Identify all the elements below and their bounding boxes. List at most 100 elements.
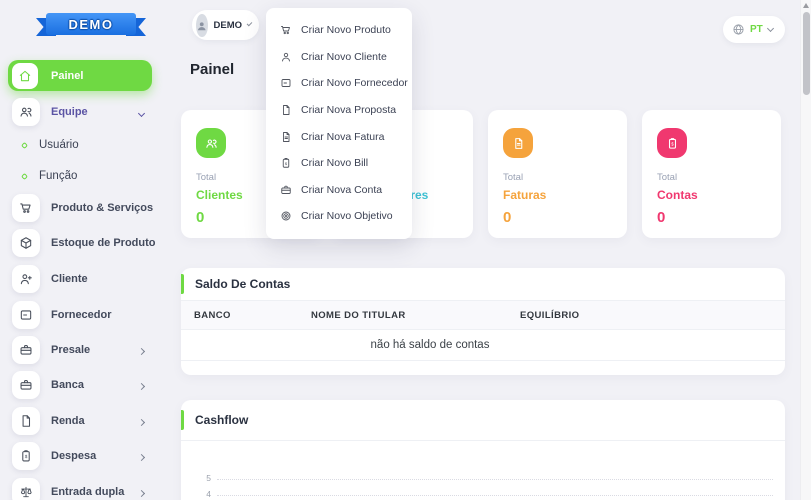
sidebar-item-renda[interactable]: Renda <box>8 407 158 435</box>
scrollbar[interactable] <box>800 0 811 500</box>
column-header-banco: BANCO <box>194 310 231 321</box>
stat-card-contas: $ Total Contas 0 <box>642 110 781 238</box>
sidebar-item-fornecedor[interactable]: Fornecedor <box>8 301 158 329</box>
stat-value: 0 <box>503 209 612 226</box>
users-icon <box>12 98 40 126</box>
file-text-icon <box>503 128 533 158</box>
cashflow-panel: Cashflow 5 4 <box>181 400 785 500</box>
menu-item-label: Criar Novo Bill <box>301 157 368 169</box>
sidebar-item-label: Banca <box>51 379 84 391</box>
sidebar-item-label: Equipe <box>51 106 88 118</box>
file-text-icon <box>280 131 292 143</box>
menu-item-criar-novo-objetivo[interactable]: Criar Novo Objetivo <box>266 203 412 230</box>
menu-item-criar-novo-bill[interactable]: $ Criar Novo Bill <box>266 150 412 177</box>
sidebar-item-label: Fornecedor <box>51 309 112 321</box>
page-title: Painel <box>190 61 234 78</box>
chevron-right-icon <box>139 447 144 465</box>
menu-item-criar-novo-produto[interactable]: Criar Novo Produto <box>266 17 412 44</box>
sidebar-item-label: Presale <box>51 344 90 356</box>
sidebar-item-presale[interactable]: Presale <box>8 336 158 364</box>
sidebar-item-banca[interactable]: Banca <box>8 371 158 399</box>
cart-icon <box>12 194 40 222</box>
menu-item-criar-nova-proposta[interactable]: Criar Nova Proposta <box>266 97 412 124</box>
note-icon <box>280 77 292 89</box>
scrollbar-thumb[interactable] <box>803 12 810 95</box>
menu-item-criar-novo-cliente[interactable]: Criar Novo Cliente <box>266 44 412 71</box>
home-icon <box>12 63 38 89</box>
briefcase-icon <box>12 336 40 364</box>
sidebar: DEMO Painel Equipe Usuário Função <box>0 0 165 500</box>
briefcase-icon <box>12 371 40 399</box>
user-menu-button[interactable]: DEMO <box>192 10 259 40</box>
balance-table-empty-row: não há saldo de contas <box>181 330 785 361</box>
svg-text:$: $ <box>25 454 28 459</box>
sidebar-item-despesa[interactable]: $ Despesa <box>8 442 158 470</box>
menu-item-label: Criar Novo Fornecedor <box>301 77 408 89</box>
app-logo[interactable]: DEMO <box>36 12 146 38</box>
globe-icon <box>732 23 745 36</box>
stat-label: Faturas <box>503 188 612 202</box>
menu-item-label: Criar Nova Conta <box>301 184 382 196</box>
sidebar-item-estoque[interactable]: Estoque de Produto <box>8 229 158 257</box>
note-icon <box>12 301 40 329</box>
menu-item-criar-nova-conta[interactable]: Criar Nova Conta <box>266 177 412 204</box>
sidebar-item-funcao[interactable]: Função <box>22 164 152 188</box>
clipboard-dollar-icon: $ <box>657 128 687 158</box>
stat-prefix: Total <box>657 172 766 183</box>
language-selector[interactable]: PT <box>723 16 785 43</box>
stat-label: Contas <box>657 188 766 202</box>
column-header-equilibrio: EQUILÍBRIO <box>520 310 579 321</box>
avatar <box>196 14 208 37</box>
sidebar-item-produto-servicos[interactable]: Produto & Serviços <box>8 194 158 222</box>
y-axis-tick: 4 <box>189 489 211 499</box>
menu-item-label: Criar Nova Fatura <box>301 131 384 143</box>
balance-table-header: BANCO NOME DO TITULAR EQUILÍBRIO <box>181 300 785 330</box>
file-icon <box>12 407 40 435</box>
sidebar-item-label: Estoque de Produto <box>51 237 156 249</box>
user-plus-icon <box>12 265 40 293</box>
stat-card-faturas: Total Faturas 0 <box>488 110 627 238</box>
chevron-right-icon <box>139 341 144 359</box>
sidebar-item-usuario[interactable]: Usuário <box>22 133 152 157</box>
cashflow-panel-header: Cashflow <box>181 400 785 440</box>
chevron-down-icon <box>247 21 253 27</box>
balance-panel-header: Saldo De Contas <box>181 268 785 300</box>
scroll-up-arrow-icon[interactable] <box>803 3 809 8</box>
stat-prefix: Total <box>503 172 612 183</box>
chevron-right-icon <box>139 483 144 500</box>
scale-icon <box>12 478 40 500</box>
y-axis-tick: 5 <box>189 473 211 483</box>
target-icon <box>280 210 292 222</box>
column-header-titular: NOME DO TITULAR <box>311 310 406 321</box>
sidebar-item-cliente[interactable]: Cliente <box>8 265 158 293</box>
sidebar-item-equipe[interactable]: Equipe <box>8 98 158 126</box>
create-new-dropdown: Criar Novo Produto Criar Novo Cliente Cr… <box>266 8 412 239</box>
menu-item-criar-novo-fornecedor[interactable]: Criar Novo Fornecedor <box>266 70 412 97</box>
dashboard-page: DEMO Painel Equipe Usuário Função <box>0 0 811 500</box>
svg-text:$: $ <box>285 161 288 166</box>
sidebar-item-entrada-dupla[interactable]: Entrada dupla <box>8 478 158 500</box>
accent-bar <box>181 410 184 430</box>
menu-item-criar-nova-fatura[interactable]: Criar Nova Fatura <box>266 123 412 150</box>
stat-value: 0 <box>657 209 766 226</box>
language-label: PT <box>750 24 763 35</box>
user-icon <box>280 51 292 63</box>
file-icon <box>280 104 292 116</box>
chevron-down-icon <box>139 103 144 121</box>
clipboard-dollar-icon: $ <box>280 157 292 169</box>
svg-text:$: $ <box>671 141 674 146</box>
balance-panel-title: Saldo De Contas <box>195 277 290 291</box>
sidebar-item-label: Cliente <box>51 273 88 285</box>
sidebar-item-label: Despesa <box>51 450 96 462</box>
menu-item-label: Criar Novo Objetivo <box>301 210 393 222</box>
menu-item-label: Criar Novo Produto <box>301 24 391 36</box>
sidebar-subitem-label: Função <box>39 170 77 182</box>
users-icon <box>196 128 226 158</box>
user-menu-label: DEMO <box>214 20 243 31</box>
sidebar-item-label: Produto & Serviços <box>51 202 153 214</box>
gridline <box>217 495 773 496</box>
accent-bar <box>181 274 184 294</box>
menu-item-label: Criar Novo Cliente <box>301 51 387 63</box>
sidebar-item-painel[interactable]: Painel <box>8 60 152 91</box>
cashflow-panel-title: Cashflow <box>195 413 248 427</box>
